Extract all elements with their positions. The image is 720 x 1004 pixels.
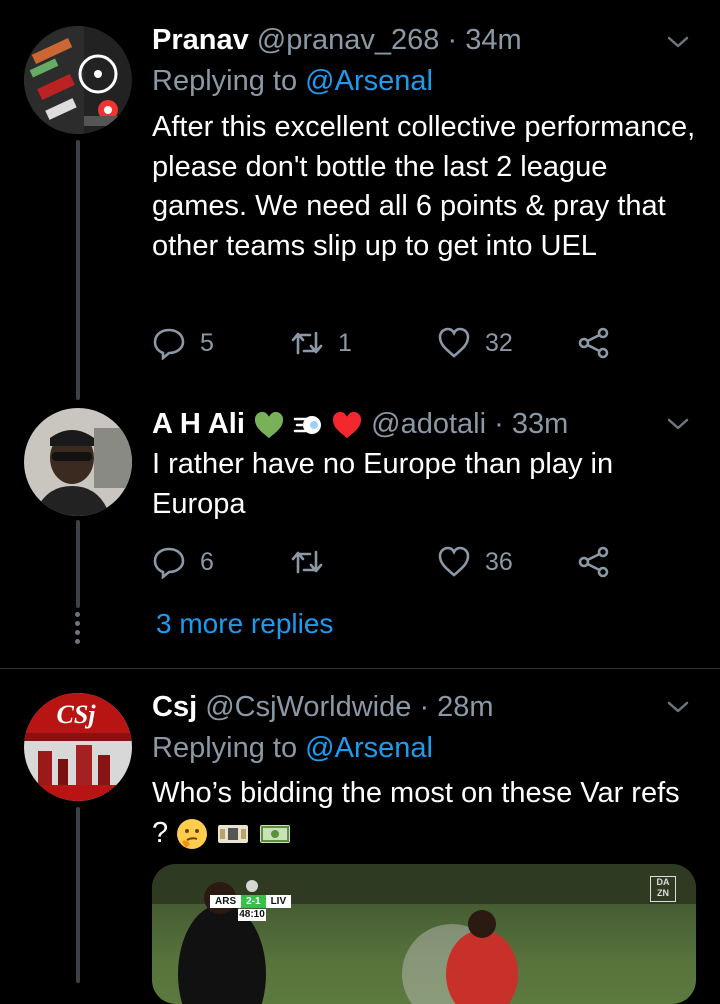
chevron-down-icon[interactable] [664,410,692,438]
like-count: 32 [485,328,513,357]
display-name[interactable]: A H Ali [152,408,245,440]
dollar-banknote-icon [260,824,291,843]
tweet-actions: 5 1 32 [152,323,632,363]
tweet-media-image[interactable]: ARS 2-1 LIV 48:10 DA ZN [152,864,696,1004]
mention-link[interactable]: @Arsenal [305,65,433,97]
dash-icon [293,416,322,435]
tweet-text: After this excellent collective performa… [152,111,696,262]
chevron-down-icon[interactable] [664,693,692,721]
share-button[interactable] [577,542,611,582]
heart-icon [438,327,470,358]
user-handle[interactable]: @adotali [371,408,486,440]
mention-link[interactable]: @Arsenal [305,732,433,764]
tweet-header: Pranav @pranav_268 · 34m [152,22,522,58]
display-name[interactable]: Pranav [152,24,249,56]
timestamp[interactable]: · 34m [447,24,521,56]
share-icon [578,546,609,578]
retweet-button[interactable] [290,542,338,582]
chevron-down-icon[interactable] [664,28,692,56]
timestamp[interactable]: · 28m [419,691,493,723]
tweet-header: A H Ali @adotali · 33m [152,406,568,442]
tweet-actions: 6 36 [152,542,632,582]
user-handle[interactable]: @CsjWorldwide [205,691,411,723]
replying-to-label: Replying to [152,732,298,764]
dazn-logo: DA ZN [650,876,676,902]
retweet-count: 1 [338,328,352,357]
red-heart-icon [333,412,362,439]
avatar[interactable] [24,408,132,516]
reply-button[interactable]: 6 [152,542,214,582]
away-team: LIV [265,895,292,908]
thread-line [76,807,80,983]
avatar[interactable]: CSj [24,693,132,801]
green-heart-icon [254,412,284,439]
reply-button[interactable]: 5 [152,323,214,363]
share-button[interactable] [577,323,611,363]
share-icon [578,327,609,359]
more-replies-dots [74,612,82,648]
timestamp[interactable]: · 33m [494,408,568,440]
tweet-ah-ali[interactable]: A H Ali @adotali · 33m I rather have no … [0,400,720,665]
display-name[interactable]: Csj [152,691,197,723]
banknote-icon [218,824,249,843]
retweet-button[interactable]: 1 [290,323,352,363]
like-count: 36 [485,547,513,576]
avatar[interactable] [24,26,132,134]
score: 2-1 [241,895,266,908]
replying-to: Replying to @Arsenal [152,63,433,99]
svg-text:CSj: CSj [56,700,96,729]
home-team: ARS [210,895,242,908]
tweet-pranav[interactable]: Pranav @pranav_268 · 34m Replying to @Ar… [0,0,720,400]
match-photo [152,864,696,1004]
tweet-header: Csj @CsjWorldwide · 28m [152,689,494,725]
retweet-icon [291,331,323,355]
thread-line [76,520,80,608]
heart-icon [438,546,470,577]
more-replies-link[interactable]: 3 more replies [156,608,333,640]
thinking-face-icon [177,818,208,849]
user-handle[interactable]: @pranav_268 [257,24,440,56]
reply-icon [153,328,185,360]
tweet-text-wrap: Who’s bidding the most on these Var refs… [152,774,702,853]
reply-count: 6 [200,547,214,576]
replying-to: Replying to @Arsenal [152,730,433,766]
like-button[interactable]: 36 [437,542,513,582]
retweet-icon [291,550,323,574]
replying-to-label: Replying to [152,65,298,97]
reply-icon [153,547,185,579]
match-clock: 48:10 [238,909,266,921]
like-button[interactable]: 32 [437,323,513,363]
scoreboard: ARS 2-1 LIV 48:10 [210,895,292,921]
tweet-text: I rather have no Europe than play in Eur… [152,448,614,520]
thread-line [76,140,80,400]
reply-count: 5 [200,328,214,357]
